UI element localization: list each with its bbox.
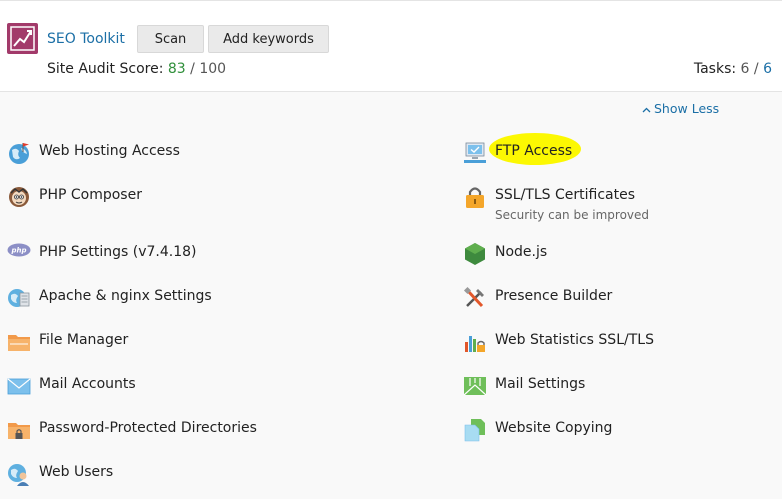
chevron-up-icon	[642, 107, 651, 112]
tools-icon	[463, 286, 484, 308]
seo-toolkit-panel: SEO Toolkit Scan Add keywords Site Audit…	[0, 0, 782, 92]
web-statistics-ssl-tls-label: Web Statistics SSL/TLS	[495, 332, 654, 348]
file-manager-label: File Manager	[39, 332, 129, 348]
scan-button[interactable]: Scan	[137, 25, 204, 53]
folder-icon	[8, 335, 30, 351]
php-icon: php	[7, 243, 31, 257]
tasks-summary: Tasks: 6 / 6	[694, 61, 772, 77]
locked-folder-icon	[8, 423, 30, 439]
seo-toolkit-link[interactable]: SEO Toolkit	[47, 31, 125, 47]
ssl-tls-certificates-label: SSL/TLS Certificates	[495, 187, 635, 203]
globe-icon	[9, 143, 29, 164]
website-copying-label: Website Copying	[495, 420, 613, 436]
password-protected-directories-label: Password-Protected Directories	[39, 420, 257, 436]
svg-text:php: php	[10, 247, 26, 255]
audit-score-total: / 100	[190, 61, 227, 77]
audit-score-value: 83	[167, 61, 186, 77]
composer-icon	[9, 187, 29, 207]
copy-pages-icon	[464, 419, 485, 442]
show-less-label: Show Less	[654, 101, 720, 116]
tasks-count-link[interactable]: 6	[763, 61, 772, 77]
nodejs-icon	[465, 243, 485, 265]
presence-builder-label: Presence Builder	[495, 288, 613, 304]
padlock-icon	[466, 187, 484, 208]
php-settings-label: PHP Settings (v7.4.18)	[39, 244, 197, 260]
server-settings-icon	[8, 289, 30, 307]
audit-label: Site Audit Score:	[47, 61, 164, 77]
apache-nginx-settings-label: Apache & nginx Settings	[39, 288, 212, 304]
add-keywords-button[interactable]: Add keywords	[208, 25, 329, 53]
nodejs-label: Node.js	[495, 244, 548, 260]
ftp-access-label: FTP Access	[495, 143, 573, 159]
tasks-done: 6 /	[740, 61, 759, 77]
mail-accounts-label: Mail Accounts	[39, 376, 136, 392]
mail-settings-icon	[463, 377, 487, 396]
envelope-icon	[7, 378, 31, 395]
statistics-lock-icon	[465, 336, 485, 352]
seo-chart-icon[interactable]	[7, 23, 38, 54]
web-users-label: Web Users	[39, 464, 114, 480]
ftp-monitor-icon	[464, 142, 486, 163]
web-user-icon	[8, 464, 29, 486]
web-hosting-access-label: Web Hosting Access	[39, 143, 180, 159]
show-less-toggle[interactable]: Show Less	[642, 101, 719, 116]
tasks-label: Tasks:	[693, 61, 737, 77]
php-composer-label: PHP Composer	[39, 187, 142, 203]
ssl-security-status: Security can be improved	[495, 208, 650, 222]
site-audit-score: Site Audit Score: 83 / 100	[47, 61, 226, 77]
mail-settings-label: Mail Settings	[495, 376, 586, 392]
